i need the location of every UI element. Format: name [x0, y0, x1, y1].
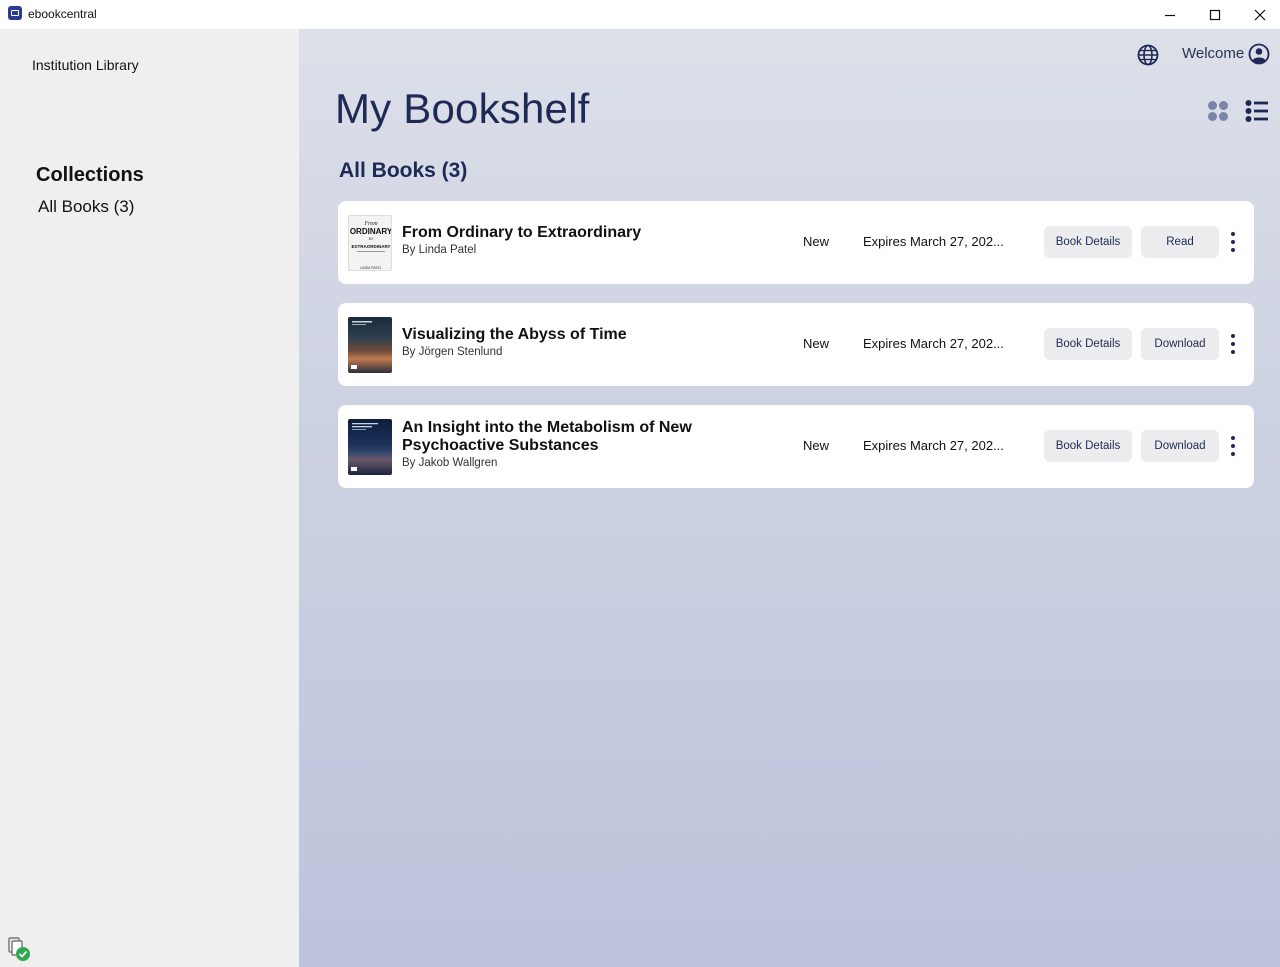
- status-badge: New: [803, 234, 830, 249]
- user-icon[interactable]: [1248, 43, 1270, 65]
- expiry-prefix: Expires: [863, 336, 910, 351]
- close-icon: [1254, 9, 1266, 20]
- book-author: By Jakob Wallgren: [402, 457, 498, 469]
- read-button[interactable]: Read: [1141, 226, 1219, 258]
- grid-view-icon[interactable]: [1206, 99, 1230, 123]
- book-details-button[interactable]: Book Details: [1044, 430, 1132, 462]
- institution-library-label: Institution Library: [32, 57, 139, 73]
- expiry-date: March 27, 202...: [909, 336, 1004, 351]
- maximize-icon: [1209, 9, 1221, 20]
- minimize-icon: [1165, 14, 1175, 16]
- expiry-text: Expires March 27, 202...: [863, 438, 1004, 453]
- sidebar: Institution Library Collections All Book…: [0, 29, 299, 967]
- collection-item-all-books[interactable]: All Books (3): [38, 197, 134, 217]
- book-cover[interactable]: [348, 419, 392, 475]
- section-title: All Books (3): [339, 159, 468, 182]
- status-badge: New: [803, 438, 830, 453]
- globe-icon[interactable]: [1136, 43, 1160, 67]
- window-titlebar: ebookcentral: [0, 0, 1280, 29]
- window-title: ebookcentral: [28, 7, 97, 21]
- book-card: From ORDINARY to EXTRAORDINARY LINDA PAT…: [338, 201, 1254, 284]
- book-cover[interactable]: [348, 317, 392, 373]
- list-view-icon[interactable]: [1245, 99, 1269, 123]
- more-options-icon[interactable]: [1227, 232, 1239, 252]
- cover-text: LINDA PATEL: [360, 266, 382, 270]
- expiry-prefix: Expires: [863, 234, 910, 249]
- close-button[interactable]: [1237, 0, 1280, 29]
- book-author: By Jörgen Stenlund: [402, 346, 503, 358]
- cover-text: to: [369, 237, 373, 242]
- book-title[interactable]: An Insight into the Metabolism of New Ps…: [402, 419, 722, 455]
- download-button[interactable]: Download: [1141, 430, 1219, 462]
- expiry-text: Expires March 27, 202...: [863, 234, 1004, 249]
- expiry-prefix: Expires: [863, 438, 910, 453]
- book-author: By Linda Patel: [402, 244, 477, 256]
- book-cover[interactable]: From ORDINARY to EXTRAORDINARY LINDA PAT…: [348, 215, 392, 271]
- status-badge: New: [803, 336, 830, 351]
- expiry-text: Expires March 27, 202...: [863, 336, 1004, 351]
- page-title: My Bookshelf: [335, 85, 590, 132]
- book-card: An Insight into the Metabolism of New Ps…: [338, 405, 1254, 488]
- book-title[interactable]: Visualizing the Abyss of Time: [402, 326, 722, 344]
- expiry-date: March 27, 202...: [909, 438, 1004, 453]
- book-card: Visualizing the Abyss of Time By Jörgen …: [338, 303, 1254, 386]
- maximize-button[interactable]: [1192, 0, 1238, 29]
- more-options-icon[interactable]: [1227, 334, 1239, 354]
- download-button[interactable]: Download: [1141, 328, 1219, 360]
- book-details-button[interactable]: Book Details: [1044, 226, 1132, 258]
- main-content: Welcome My Bookshelf All Books (3) From …: [299, 29, 1280, 967]
- cover-text: EXTRAORDINARY: [351, 244, 390, 249]
- minimize-button[interactable]: [1147, 0, 1193, 29]
- more-options-icon[interactable]: [1227, 436, 1239, 456]
- welcome-label[interactable]: Welcome: [1182, 45, 1244, 62]
- expiry-date: March 27, 202...: [909, 234, 1004, 249]
- book-details-button[interactable]: Book Details: [1044, 328, 1132, 360]
- book-title[interactable]: From Ordinary to Extraordinary: [402, 224, 722, 242]
- sync-status-icon[interactable]: [6, 935, 32, 963]
- collections-heading: Collections: [36, 164, 144, 186]
- app-icon: [8, 6, 22, 20]
- cover-text: ORDINARY: [350, 227, 392, 236]
